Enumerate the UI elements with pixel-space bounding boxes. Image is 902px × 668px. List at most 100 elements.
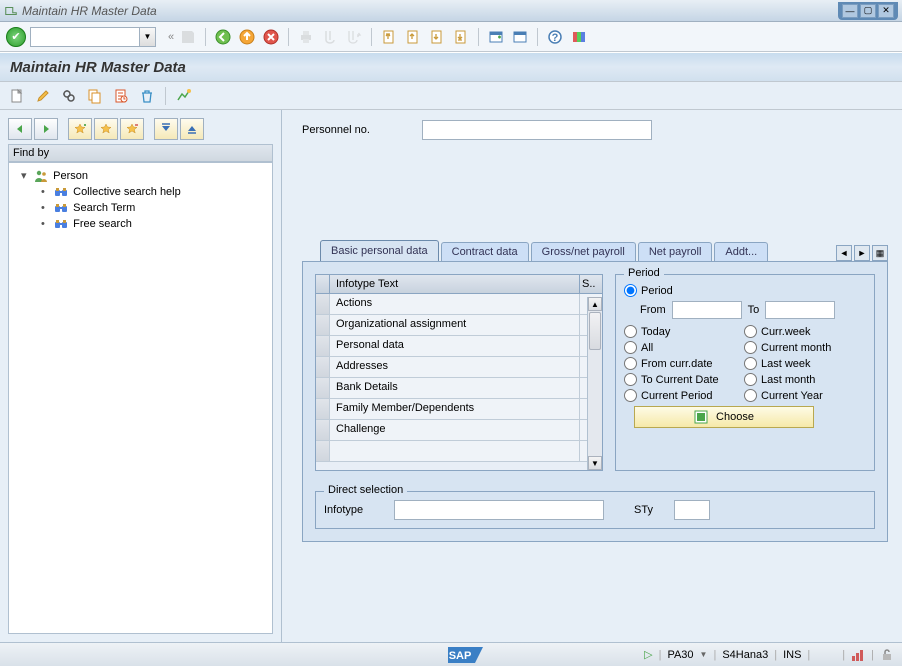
expand-all-button[interactable] (154, 118, 178, 140)
status-nav-icon[interactable]: ▷ (644, 648, 652, 661)
close-button[interactable]: ✕ (878, 4, 894, 18)
radio-curr-week[interactable]: Curr.week (744, 325, 864, 338)
infotype-input[interactable] (394, 500, 604, 520)
choose-button[interactable]: Choose (634, 406, 814, 428)
tree-item-collective-search[interactable]: • Collective search help (13, 184, 268, 200)
print-button (296, 27, 316, 47)
from-input[interactable] (672, 301, 742, 319)
row-handle[interactable] (316, 441, 330, 461)
first-page-button[interactable] (379, 27, 399, 47)
collapse-icon[interactable]: ▾ (21, 169, 31, 182)
table-scrollbar[interactable]: ▲ ▼ (587, 297, 602, 470)
copy-button[interactable] (84, 85, 106, 107)
maximize-button[interactable]: ▢ (860, 4, 876, 18)
row-handle[interactable] (316, 378, 330, 398)
nav-forward-button[interactable] (34, 118, 58, 140)
radio-from-curr-date[interactable]: From curr.date (624, 357, 744, 370)
prev-page-button[interactable] (403, 27, 423, 47)
tab-contract-data[interactable]: Contract data (441, 242, 529, 261)
tab-list-button[interactable]: ▦ (872, 245, 888, 261)
tab-scroll-left[interactable]: ◄ (836, 245, 852, 261)
radio-last-month[interactable]: Last month (744, 373, 864, 386)
back-button[interactable] (213, 27, 233, 47)
col-infotype-text[interactable]: Infotype Text (330, 275, 580, 293)
fav-remove-button[interactable] (120, 118, 144, 140)
help-button[interactable]: ? (545, 27, 565, 47)
row-handle[interactable] (316, 357, 330, 377)
delete-button[interactable] (136, 85, 158, 107)
tab-gross-net-payroll[interactable]: Gross/net payroll (531, 242, 636, 261)
minimize-button[interactable]: — (842, 4, 858, 18)
tcode-dropdown-icon[interactable]: ▼ (700, 650, 708, 659)
tab-basic-personal-data[interactable]: Basic personal data (320, 240, 439, 261)
from-label: From (640, 304, 666, 316)
overview-button[interactable] (173, 85, 195, 107)
table-row[interactable]: . (316, 441, 602, 462)
delimit-button[interactable] (110, 85, 132, 107)
row-handle[interactable] (316, 336, 330, 356)
tree-item-label: Collective search help (73, 186, 181, 198)
scroll-down-icon[interactable]: ▼ (588, 456, 602, 470)
table-row[interactable]: Challenge (316, 420, 602, 441)
collapse-all-button[interactable] (180, 118, 204, 140)
svg-text:SAP: SAP (449, 650, 472, 662)
sty-input[interactable] (674, 500, 710, 520)
radio-period[interactable]: Period (624, 284, 744, 297)
col-status[interactable]: S.. (580, 275, 602, 293)
create-button[interactable] (6, 85, 28, 107)
tab-scroll-right[interactable]: ► (854, 245, 870, 261)
select-icon (694, 410, 708, 424)
cell-infotype: Addresses (330, 357, 580, 377)
radio-to-current-date[interactable]: To Current Date (624, 373, 744, 386)
tab-net-payroll[interactable]: Net payroll (638, 242, 713, 261)
radio-today[interactable]: Today (624, 325, 744, 338)
status-chart-icon[interactable] (851, 648, 865, 662)
table-row[interactable]: Addresses (316, 357, 602, 378)
table-row[interactable]: Family Member/Dependents (316, 399, 602, 420)
personnel-no-input[interactable] (422, 120, 652, 140)
display-button[interactable] (58, 85, 80, 107)
scroll-thumb[interactable] (589, 312, 601, 350)
layout-button[interactable] (510, 27, 530, 47)
radio-current-period[interactable]: Current Period (624, 389, 744, 402)
command-field[interactable]: ▼ (30, 27, 156, 47)
to-input[interactable] (765, 301, 835, 319)
fav-add-button[interactable] (68, 118, 92, 140)
menu-icon[interactable] (4, 4, 18, 18)
last-page-button[interactable] (451, 27, 471, 47)
tree-item-search-term[interactable]: • Search Term (13, 200, 268, 216)
row-handle[interactable] (316, 315, 330, 335)
table-row[interactable]: Personal data (316, 336, 602, 357)
new-session-button[interactable] (486, 27, 506, 47)
row-handle[interactable] (316, 294, 330, 314)
radio-current-year[interactable]: Current Year (744, 389, 864, 402)
tab-additional[interactable]: Addt... (714, 242, 768, 261)
customize-layout-button[interactable] (569, 27, 589, 47)
fav-button[interactable] (94, 118, 118, 140)
binoculars-icon (54, 219, 68, 229)
direct-selection-title: Direct selection (324, 484, 407, 496)
scroll-up-icon[interactable]: ▲ (588, 297, 602, 311)
radio-all[interactable]: All (624, 341, 744, 354)
tree-root-person[interactable]: ▾ Person (13, 167, 268, 184)
next-page-button[interactable] (427, 27, 447, 47)
content-area: Personnel no. Basic personal data Contra… (288, 110, 902, 642)
radio-last-week[interactable]: Last week (744, 357, 864, 370)
exit-button[interactable] (237, 27, 257, 47)
nav-back-button[interactable] (8, 118, 32, 140)
table-row[interactable]: Organizational assignment (316, 315, 602, 336)
table-row[interactable]: Bank Details (316, 378, 602, 399)
table-row[interactable]: Actions (316, 294, 602, 315)
status-lock-icon[interactable] (880, 648, 894, 662)
row-handle[interactable] (316, 420, 330, 440)
row-handle[interactable] (316, 399, 330, 419)
cell-infotype: Personal data (330, 336, 580, 356)
command-input[interactable] (30, 27, 140, 47)
tree-item-free-search[interactable]: • Free search (13, 216, 268, 232)
change-button[interactable] (32, 85, 54, 107)
status-mode: INS (783, 649, 801, 661)
command-dropdown-icon[interactable]: ▼ (140, 27, 156, 47)
radio-current-month[interactable]: Current month (744, 341, 864, 354)
cancel-button[interactable] (261, 27, 281, 47)
enter-button[interactable]: ✔ (6, 27, 26, 47)
